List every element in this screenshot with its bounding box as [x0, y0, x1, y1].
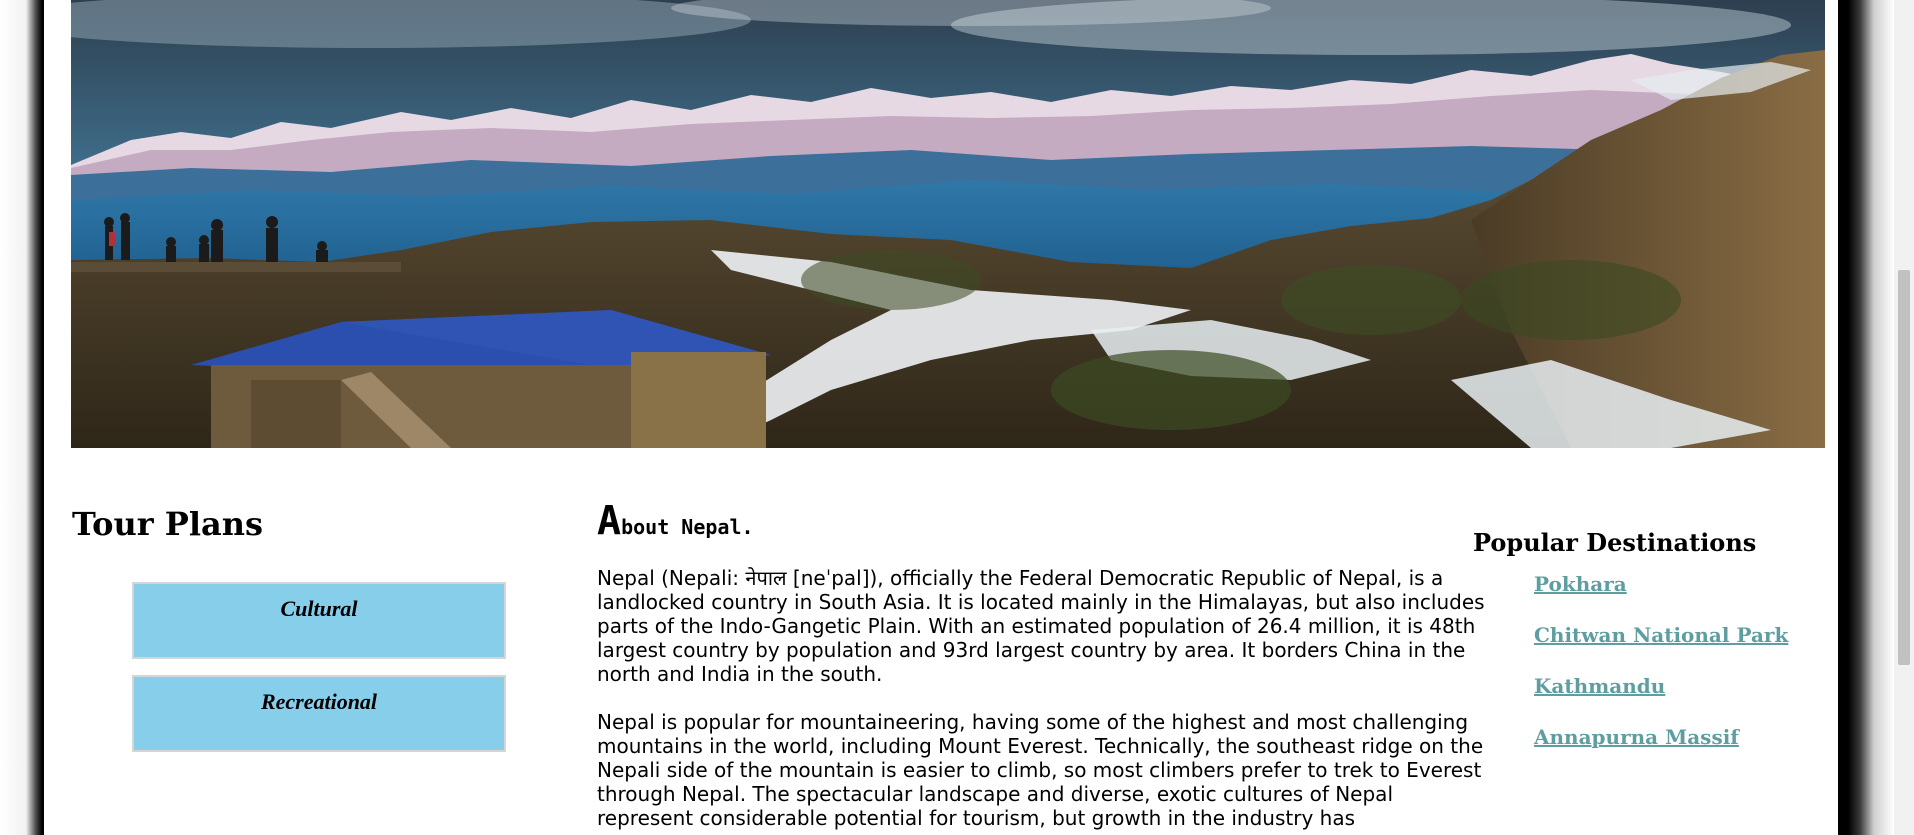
about-title-rest: bout Nepal.: [621, 515, 754, 539]
hero-landscape-illustration: [71, 0, 1825, 448]
page-right-shadow: [1838, 0, 1894, 835]
tour-plans-title: Tour Plans: [72, 505, 263, 543]
popular-destinations-title: Popular Destinations: [1473, 528, 1757, 557]
page-left-shadow: [0, 0, 44, 835]
destination-link-pokhara[interactable]: Pokhara: [1534, 571, 1833, 598]
destination-link-chitwan[interactable]: Chitwan National Park: [1534, 622, 1833, 649]
popular-destinations-section: Popular Destinations Pokhara Chitwan Nat…: [1473, 528, 1833, 775]
scrollbar-thumb[interactable]: [1898, 270, 1910, 665]
recreational-tour-button[interactable]: Recreational: [132, 675, 506, 752]
hero-image: [71, 0, 1825, 448]
page-container: Tour Plans Cultural Recreational About N…: [44, 0, 1838, 835]
about-title-initial: A: [597, 498, 622, 544]
vertical-scrollbar[interactable]: [1894, 0, 1914, 835]
about-title: About Nepal.: [597, 498, 1487, 544]
destination-link-kathmandu[interactable]: Kathmandu: [1534, 673, 1833, 700]
destination-link-annapurna[interactable]: Annapurna Massif: [1534, 724, 1833, 751]
cultural-tour-button[interactable]: Cultural: [132, 582, 506, 659]
about-paragraph-1: Nepal (Nepali: नेपाल [neˈpal]), official…: [597, 566, 1485, 686]
about-paragraph-2: Nepal is popular for mountaineering, hav…: [597, 710, 1484, 830]
about-nepal-section: About Nepal. Nepal (Nepali: नेपाल [neˈpa…: [597, 498, 1487, 835]
tour-plans-section: Tour Plans Cultural Recreational: [72, 505, 552, 752]
